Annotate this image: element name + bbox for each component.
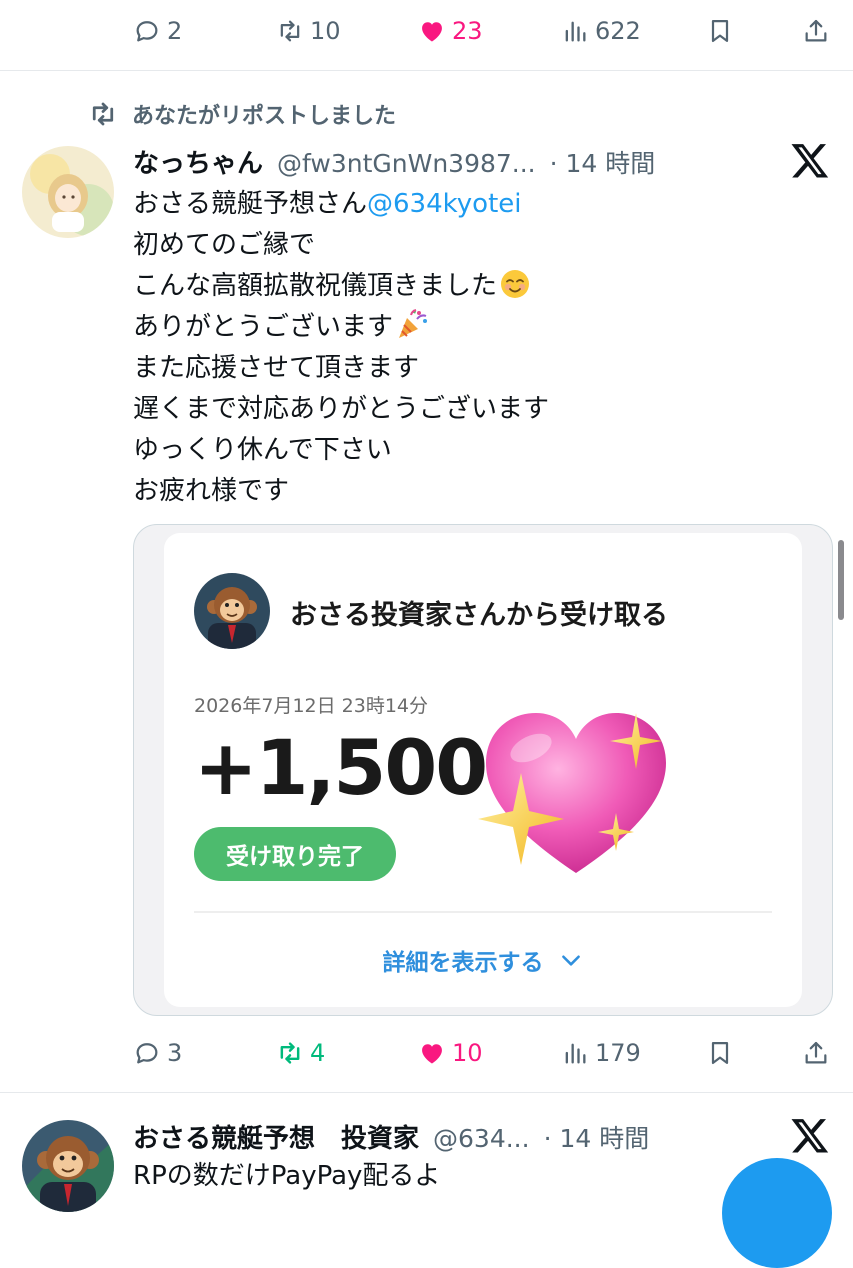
card-date: 2026年7月12日 23時14分: [194, 695, 429, 717]
show-details-label: 詳細を表示する: [382, 950, 544, 976]
tweet-header: なっちゃん @fw3ntGnWn3987... · 14 時間: [133, 143, 655, 180]
chevron-down-icon: [561, 955, 580, 966]
smiling-face-emoji-icon: [501, 270, 530, 298]
tweet-actions: 3 4 10 179: [0, 1023, 853, 1083]
views-button[interactable]: 622: [561, 1, 641, 61]
like-button[interactable]: 10: [418, 1023, 483, 1083]
x-logo-icon: [791, 1119, 829, 1153]
bookmark-icon: [711, 1041, 729, 1065]
share-icon: [805, 1041, 827, 1064]
like-icon: [422, 22, 442, 42]
party-popper-emoji-icon: [399, 309, 428, 338]
tweet-line-6: 遅くまで対応ありがとうございます: [133, 394, 550, 424]
user-handle[interactable]: @634...: [433, 1124, 530, 1153]
author-avatar[interactable]: [22, 146, 114, 238]
repost-icon: [280, 1042, 300, 1064]
display-name[interactable]: おさる競艇予想 投資家: [133, 1118, 419, 1155]
tweet-line-7: ゆっくり休んで下さい: [133, 435, 392, 465]
repost-button[interactable]: 10: [276, 1, 341, 61]
show-details-link: 詳細を表示する: [164, 943, 802, 977]
sender-avatar: [194, 573, 270, 649]
reply-button[interactable]: 2: [133, 1, 182, 61]
reply-icon: [136, 1043, 158, 1064]
like-count: 10: [452, 1039, 483, 1067]
tweet-line-3-text: こんな高額拡散祝儀頂きました: [133, 271, 498, 301]
tweet-divider: [0, 70, 853, 71]
user-handle[interactable]: @fw3ntGnWn3987...: [277, 149, 536, 178]
share-button[interactable]: [802, 1, 830, 61]
views-count: 179: [595, 1039, 641, 1067]
reply-button[interactable]: 3: [133, 1023, 182, 1083]
display-name[interactable]: なっちゃん: [133, 143, 263, 180]
tweet-line-8: お疲れ様です: [133, 476, 290, 506]
tweet-divider: [0, 1092, 853, 1093]
like-button[interactable]: 23: [418, 1, 483, 61]
card-separator: [194, 911, 772, 913]
views-count: 622: [595, 17, 641, 45]
compose-button[interactable]: [722, 1158, 832, 1268]
repost-indicator-text: あなたがリポストしました: [132, 104, 397, 129]
repost-button[interactable]: 4: [276, 1023, 325, 1083]
views-icon: [565, 1043, 586, 1064]
bookmark-icon: [711, 19, 729, 43]
views-icon: [565, 21, 586, 42]
repost-indicator: あなたがリポストしました: [88, 98, 396, 130]
author-avatar[interactable]: [22, 1120, 114, 1212]
repost-icon: [280, 20, 300, 42]
like-count: 23: [452, 17, 483, 45]
mention-link[interactable]: @634kyotei: [367, 189, 521, 219]
tweet-line-3: こんな高額拡散祝儀頂きました: [133, 266, 823, 307]
tweet-line-4-text: ありがとうございます: [133, 312, 394, 342]
received-status-pill: 受け取り完了: [194, 827, 396, 881]
media-scrollbar[interactable]: [838, 540, 844, 620]
tweet-line-4: ありがとうございます: [133, 307, 823, 348]
previous-tweet-actions: 2 10 23 622: [0, 1, 853, 61]
card-title: おさる投資家さんから受け取る: [290, 600, 668, 631]
repost-count: 10: [310, 17, 341, 45]
timestamp[interactable]: · 14 時間: [544, 1119, 650, 1155]
reply-icon: [136, 21, 158, 42]
tweet-line-1-text: おさる競艇予想さん: [133, 189, 368, 219]
bookmark-button[interactable]: [706, 1, 734, 61]
share-icon: [805, 19, 827, 42]
avatar-illustration: [22, 146, 114, 238]
tweet-text: RPの数だけPayPay配るよ: [133, 1161, 441, 1191]
tweet-line-1: おさる競艇予想さん@634kyotei: [133, 184, 823, 225]
reply-count: 2: [167, 17, 183, 45]
like-icon: [422, 1044, 442, 1064]
tweet-line-2: 初めてのご縁で: [133, 230, 316, 260]
receipt-card: おさる投資家さんから受け取る 2026年7月12日 23時14分 +1,500: [164, 533, 802, 1007]
tweet-header: おさる競艇予想 投資家 @634... · 14 時間: [133, 1118, 649, 1155]
tweet-line-5: また応援させて頂きます: [133, 353, 420, 383]
monkey-avatar-illustration: [194, 573, 270, 649]
views-button[interactable]: 179: [561, 1023, 641, 1083]
timestamp[interactable]: · 14 時間: [550, 144, 656, 180]
monkey-avatar-illustration: [22, 1120, 114, 1212]
repost-indicator-icon: [92, 102, 114, 126]
share-button[interactable]: [802, 1023, 830, 1083]
repost-count: 4: [310, 1039, 326, 1067]
tweet-text: おさる競艇予想さん@634kyotei 初めてのご縁で こんな高額拡散祝儀頂きま…: [133, 184, 823, 512]
x-logo-icon: [791, 144, 829, 178]
card-amount: +1,500: [194, 723, 488, 812]
bookmark-button[interactable]: [706, 1023, 734, 1083]
sparkling-heart-icon: [478, 713, 666, 873]
reply-count: 3: [167, 1039, 183, 1067]
attached-image[interactable]: おさる投資家さんから受け取る 2026年7月12日 23時14分 +1,500: [133, 524, 833, 1016]
